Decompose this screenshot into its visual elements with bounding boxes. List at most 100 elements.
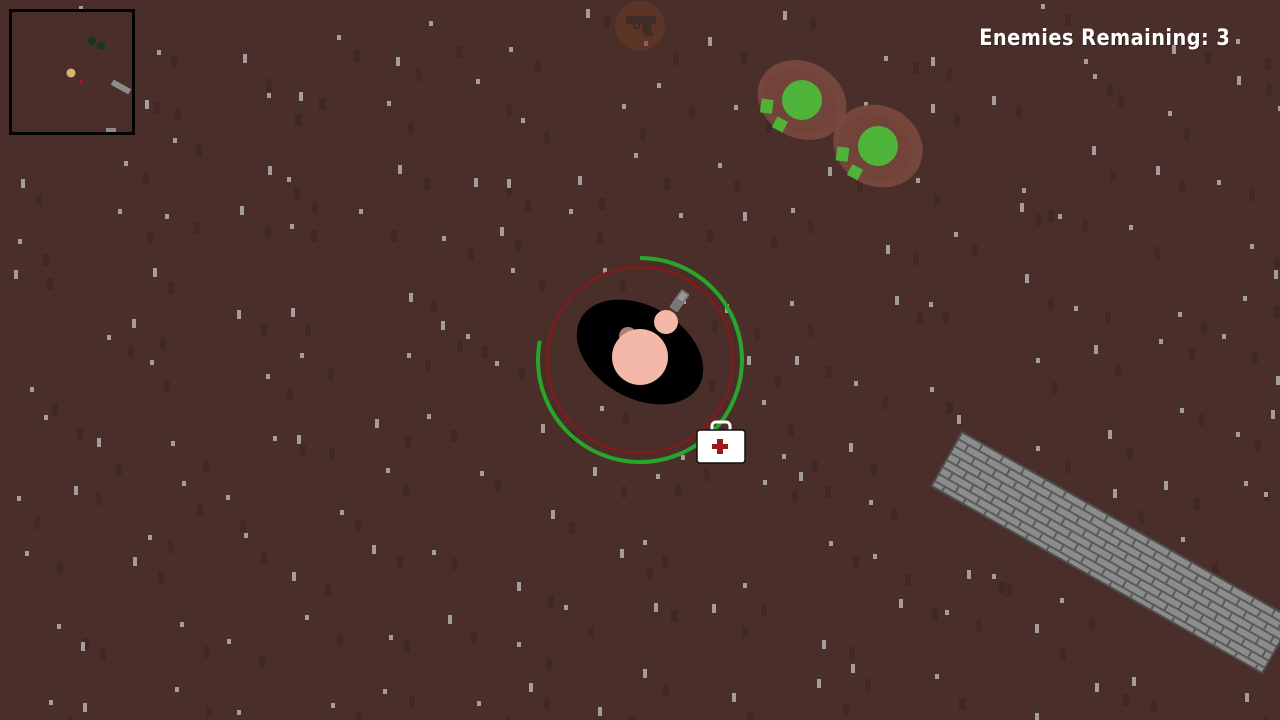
ground-speck (143, 171, 149, 183)
ground-speck (519, 367, 525, 379)
ground-speck (808, 221, 814, 233)
ground-speck (1274, 306, 1280, 318)
ground-speck (1006, 585, 1012, 597)
ground-speck (237, 310, 241, 319)
ground-speck (1184, 128, 1190, 140)
ground-speck (240, 206, 244, 215)
ground-speck (604, 15, 610, 27)
ground-speck (517, 642, 521, 647)
ground-speck (622, 104, 626, 109)
ground-speck (905, 574, 911, 586)
ground-speck (243, 54, 247, 63)
ground-speck (427, 414, 431, 419)
ground-speck (204, 646, 210, 658)
ground-speck (564, 605, 568, 610)
ground-speck (849, 647, 855, 659)
ground-speck (1217, 180, 1221, 185)
ground-speck (359, 209, 363, 214)
ground-speck (1243, 296, 1247, 301)
ground-speck (18, 239, 22, 244)
ground-speck (886, 245, 890, 254)
ground-speck (407, 353, 411, 358)
minimap-enemy-marker (88, 37, 96, 45)
minimap-pickup-marker (79, 80, 83, 84)
ground-speck (107, 335, 111, 340)
ground-speck (1093, 74, 1097, 79)
ground-speck (825, 486, 831, 498)
ground-speck (287, 177, 291, 182)
ground-speck (946, 69, 952, 81)
ground-speck (383, 689, 387, 694)
ground-speck (495, 361, 499, 366)
ground-speck (194, 222, 200, 234)
ground-speck (52, 404, 58, 416)
ground-speck (656, 474, 660, 479)
ground-speck (237, 710, 241, 715)
ground-speck (476, 79, 480, 84)
ground-speck (160, 337, 166, 349)
ground-speck (1048, 299, 1054, 311)
ground-speck (1245, 693, 1249, 702)
ground-speck (57, 624, 61, 629)
pistol-pickup[interactable] (615, 1, 665, 51)
ground-speck (647, 569, 653, 581)
ground-speck (474, 178, 478, 187)
ground-speck (586, 9, 590, 18)
ground-speck (409, 696, 415, 708)
ground-speck (398, 165, 402, 174)
ground-speck (623, 413, 629, 425)
ground-speck (1271, 410, 1275, 419)
game-world[interactable] (0, 0, 1280, 720)
ground-speck (157, 50, 161, 55)
ground-speck (1060, 648, 1066, 660)
ground-speck (405, 437, 411, 449)
ground-speck (429, 21, 433, 26)
ground-speck (457, 340, 463, 352)
ground-speck (743, 212, 747, 221)
ground-speck (1252, 351, 1258, 363)
ground-speck (689, 107, 695, 119)
ground-speck (671, 610, 677, 622)
ground-speck (517, 582, 521, 591)
ground-speck (424, 178, 430, 190)
ground-speck (173, 138, 177, 143)
ground-speck (1236, 39, 1240, 44)
ground-speck (1115, 365, 1121, 377)
ground-speck (268, 166, 272, 175)
ground-speck (182, 481, 186, 486)
ground-speck (620, 279, 626, 291)
ground-speck (226, 495, 230, 500)
ground-speck (742, 626, 748, 638)
ground-speck (30, 387, 34, 392)
ground-speck (957, 415, 961, 424)
ground-speck (43, 254, 49, 266)
ground-speck (1265, 58, 1271, 70)
ground-speck (741, 51, 747, 63)
ground-speck (829, 541, 833, 546)
ground-speck (25, 551, 29, 556)
ground-speck (747, 713, 753, 720)
ground-speck (290, 224, 294, 229)
ground-speck (1138, 511, 1144, 523)
ground-speck (673, 53, 679, 65)
minimap (9, 9, 135, 135)
ground-speck (1180, 408, 1184, 413)
ground-speck (468, 249, 474, 261)
ground-speck (1084, 59, 1088, 64)
ground-speck (175, 687, 179, 692)
ground-speck (1154, 247, 1160, 259)
minimap-wall-marker (106, 128, 116, 132)
ground-speck (599, 198, 605, 210)
enemies-remaining-label: Enemies Remaining: (978, 26, 1209, 51)
ground-speck (147, 232, 153, 244)
ground-speck (790, 301, 794, 306)
enemies-remaining-counter: Enemies Remaining: 3 (979, 26, 1230, 51)
ground-speck (1118, 95, 1124, 107)
ground-speck (849, 443, 853, 452)
ground-speck (227, 639, 231, 644)
ground-speck (935, 674, 939, 679)
ground-speck (471, 631, 477, 643)
ground-speck (843, 704, 849, 716)
ground-speck (116, 463, 122, 475)
ground-speck (1274, 270, 1278, 279)
